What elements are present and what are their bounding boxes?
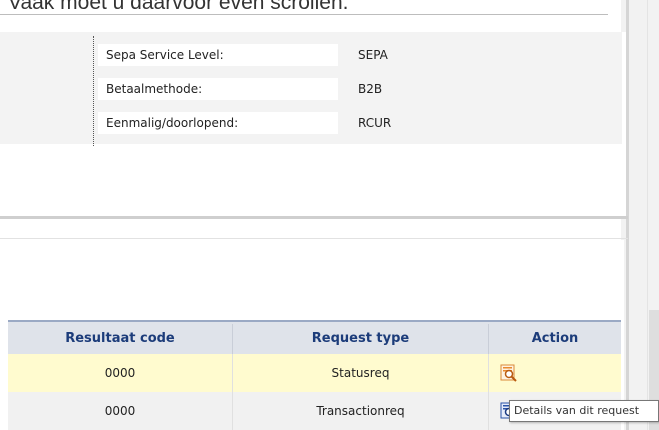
panel-edge xyxy=(626,0,629,430)
betaalmethode-value: B2B xyxy=(358,82,383,96)
request-type-cell: Statusreq xyxy=(331,366,390,380)
eenmalig-doorlopend-label: Eenmalig/doorlopend: xyxy=(98,112,338,134)
details-panel-shadow xyxy=(0,216,628,219)
sepa-service-level-label: Sepa Service Level: xyxy=(98,44,338,66)
gutter-divider xyxy=(647,0,648,430)
column-header-action: Action xyxy=(531,331,579,346)
column-header-resultaat-code[interactable]: Resultaat code xyxy=(8,322,232,356)
table-row[interactable]: 0000 Statusreq xyxy=(8,354,621,392)
request-type-cell: Transactionreq xyxy=(316,404,405,418)
magnifier-icon[interactable] xyxy=(500,364,518,382)
intro-divider xyxy=(0,14,608,15)
tooltip: Details van dit request xyxy=(509,400,659,422)
cell-divider xyxy=(488,392,489,430)
panel-separator xyxy=(0,238,628,239)
eenmalig-doorlopend-value: RCUR xyxy=(358,116,392,130)
details-divider xyxy=(93,36,94,146)
cell-divider xyxy=(488,354,489,392)
intro-text: Vaak moet u daarvoor even scrollen. xyxy=(8,0,349,14)
column-header-request-type[interactable]: Request type xyxy=(233,322,488,356)
resultaat-code-cell: 0000 xyxy=(104,366,136,380)
betaalmethode-label: Betaalmethode: xyxy=(98,78,338,100)
resultaat-code-cell: 0000 xyxy=(104,404,136,418)
sepa-service-level-value: SEPA xyxy=(358,48,388,62)
requests-table-header: Resultaat code Request type Action xyxy=(8,320,621,356)
